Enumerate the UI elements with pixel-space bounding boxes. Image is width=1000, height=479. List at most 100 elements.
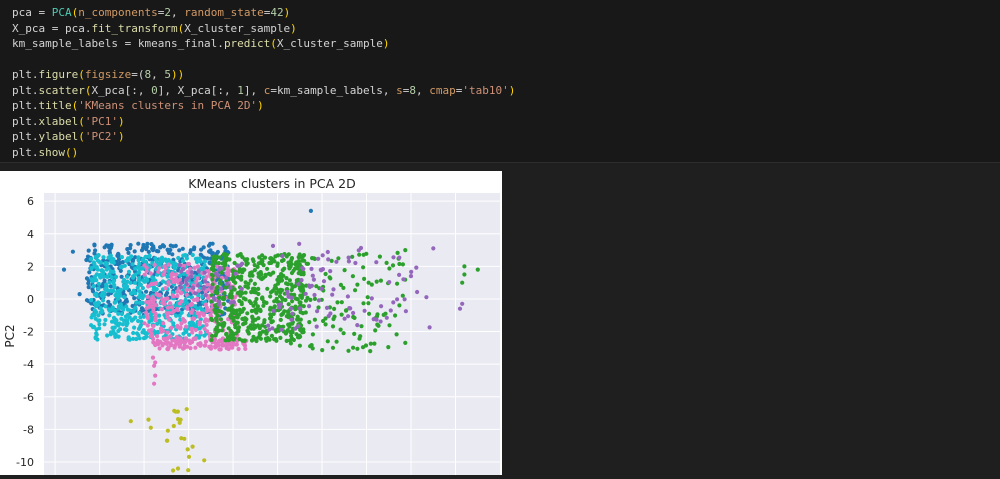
scatter-point — [204, 308, 209, 314]
scatter-point — [119, 264, 124, 269]
scatter-point — [96, 286, 101, 291]
scatter-point — [107, 280, 112, 285]
scatter-point — [352, 331, 357, 336]
scatter-point — [171, 308, 177, 314]
code-token: 0 — [151, 83, 158, 97]
scatter-point — [307, 320, 312, 325]
scatter-point — [424, 295, 429, 300]
scatter-point — [139, 248, 145, 253]
scatter-point — [98, 260, 103, 265]
scatter-point — [221, 301, 226, 307]
scatter-point — [301, 266, 306, 272]
scatter-point — [275, 253, 280, 258]
scatter-point — [403, 248, 408, 253]
code-token: scatter — [38, 83, 85, 97]
scatter-point — [222, 291, 227, 296]
code-token: ( — [78, 68, 85, 81]
scatter-point — [101, 255, 106, 260]
scatter-point — [111, 315, 117, 320]
scatter-point — [261, 303, 266, 308]
scatter-point — [289, 261, 294, 267]
scatter-point — [238, 293, 243, 298]
code-token: =( — [131, 68, 145, 81]
scatter-point — [241, 267, 246, 272]
scatter-point — [186, 454, 192, 459]
scatter-point — [116, 328, 121, 334]
scatter-point — [415, 289, 420, 295]
scatter-point — [265, 286, 270, 291]
scatter-point — [135, 285, 140, 290]
scatter-point — [278, 317, 283, 322]
y-tick-label: 6 — [27, 195, 34, 208]
scatter-point — [268, 305, 273, 310]
scatter-point — [258, 270, 263, 275]
scatter-point — [245, 285, 251, 290]
code-token: () — [65, 145, 79, 159]
code-token: 'KMeans clusters in PCA 2D' — [78, 99, 258, 112]
scatter-point — [213, 260, 218, 265]
scatter-point — [237, 307, 242, 312]
scatter-point — [204, 274, 209, 279]
scatter-point — [217, 338, 222, 344]
scatter-point — [108, 253, 113, 258]
code-line: pca = PCA(n_components=2, random_state=4… — [12, 5, 515, 21]
code-token: 42 — [270, 6, 284, 19]
scatter-point — [149, 304, 154, 309]
scatter-point — [305, 261, 311, 266]
scatter-point — [233, 271, 238, 276]
scatter-point — [310, 273, 315, 278]
scatter-point — [386, 345, 391, 350]
scatter-point — [257, 335, 262, 340]
scatter-point — [279, 312, 284, 317]
scatter-point — [156, 266, 161, 271]
scatter-point — [161, 321, 166, 326]
scatter-point — [220, 310, 225, 315]
scatter-point — [251, 259, 256, 264]
scatter-point — [166, 280, 171, 285]
scatter-point — [171, 468, 176, 473]
scatter-point — [236, 346, 241, 352]
scatter-point — [179, 321, 184, 326]
scatter-point — [261, 263, 266, 268]
scatter-point — [266, 323, 271, 328]
scatter-point — [143, 335, 148, 340]
scatter-point — [286, 302, 291, 307]
scatter-point — [176, 417, 181, 422]
scatter-point — [318, 267, 323, 272]
scatter-point — [111, 288, 116, 294]
code-token: X_cluster_sample — [276, 37, 383, 50]
scatter-point — [184, 281, 189, 286]
code-line: plt.show() — [12, 145, 515, 161]
scatter-point — [128, 291, 134, 296]
scatter-point — [235, 253, 240, 258]
code-token: ) — [118, 130, 125, 143]
scatter-point — [106, 299, 111, 304]
scatter-point — [334, 339, 339, 344]
scatter-point — [240, 255, 245, 260]
scatter-point — [212, 254, 217, 259]
scatter-point — [93, 303, 99, 309]
scatter-point — [116, 251, 121, 256]
scatter-point — [140, 330, 145, 335]
code-cell[interactable]: pca = PCA(n_components=2, random_state=4… — [0, 0, 1000, 163]
scatter-point — [174, 313, 179, 318]
scatter-point — [287, 266, 292, 271]
scatter-point — [147, 328, 152, 333]
scatter-point — [273, 286, 279, 291]
scatter-point — [248, 278, 253, 283]
scatter-point — [310, 332, 315, 337]
scatter-point — [187, 338, 192, 343]
scatter-point — [228, 336, 233, 341]
scatter-point — [328, 311, 333, 316]
scatter-point — [92, 308, 97, 313]
scatter-point — [142, 321, 147, 326]
scatter-point — [206, 243, 212, 248]
scatter-point — [96, 318, 101, 323]
scatter-point — [158, 339, 163, 344]
scatter-point — [293, 307, 298, 312]
scatter-point — [281, 257, 286, 263]
scatter-point — [103, 317, 108, 323]
scatter-point — [245, 311, 250, 316]
code-editor[interactable]: pca = PCA(n_components=2, random_state=4… — [12, 5, 515, 160]
scatter-point — [350, 254, 355, 259]
